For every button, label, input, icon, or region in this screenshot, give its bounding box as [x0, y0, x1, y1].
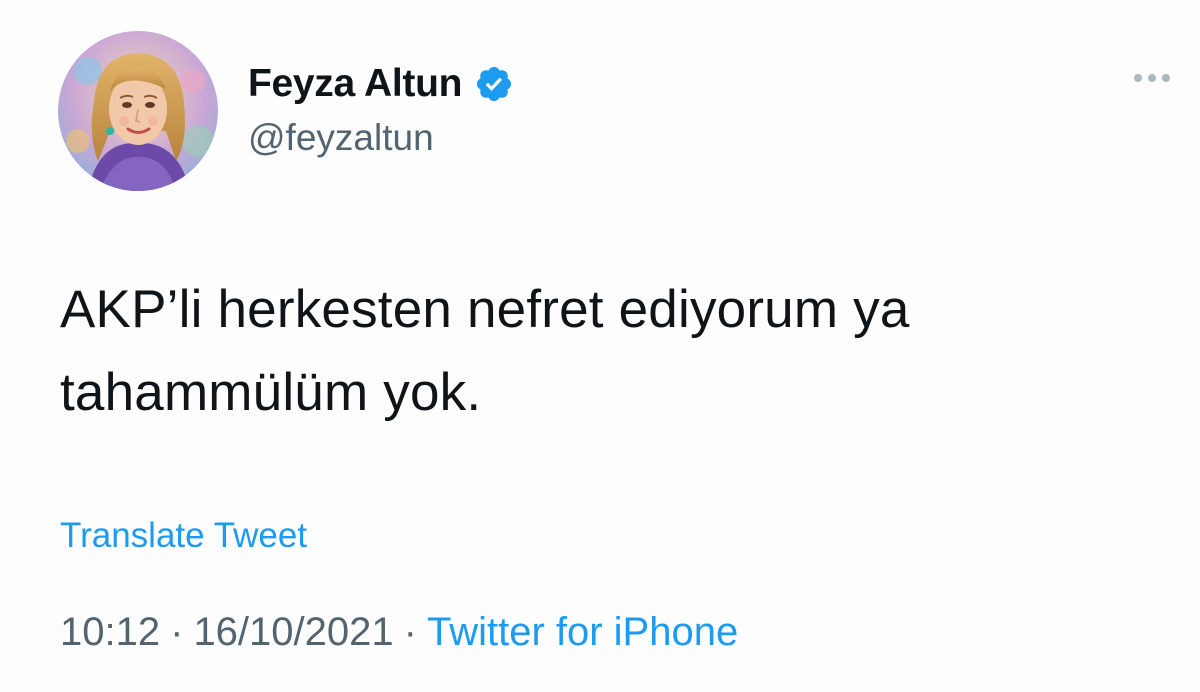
author-avatar[interactable] [58, 31, 218, 191]
author-display-name[interactable]: Feyza Altun [248, 62, 462, 106]
tweet-text: AKP’li herkesten nefret ediyorum ya taha… [60, 268, 1160, 434]
translate-tweet-link[interactable]: Translate Tweet [60, 516, 307, 556]
tweet-date[interactable]: 16/10/2021 [193, 610, 393, 654]
separator: · [170, 610, 184, 654]
more-options-icon[interactable] [1134, 66, 1170, 90]
tweet-time[interactable]: 10:12 [60, 610, 160, 654]
tweet-metadata: 10:12 · 16/10/2021 · Twitter for iPhone [60, 610, 738, 655]
author-handle[interactable]: @feyzaltun [248, 117, 434, 159]
tweet-text-line: AKP’li herkesten nefret ediyorum ya [60, 280, 910, 339]
tweet-source-link[interactable]: Twitter for iPhone [427, 610, 738, 654]
separator: · [403, 610, 417, 654]
profile-photo-icon [58, 31, 218, 191]
tweet-text-line: tahammülüm yok. [60, 363, 482, 422]
author-name-row: Feyza Altun [248, 62, 514, 106]
verified-badge-icon [474, 64, 514, 104]
tweet-card: Feyza Altun @feyzaltun AKP’li herkesten … [0, 0, 1200, 692]
